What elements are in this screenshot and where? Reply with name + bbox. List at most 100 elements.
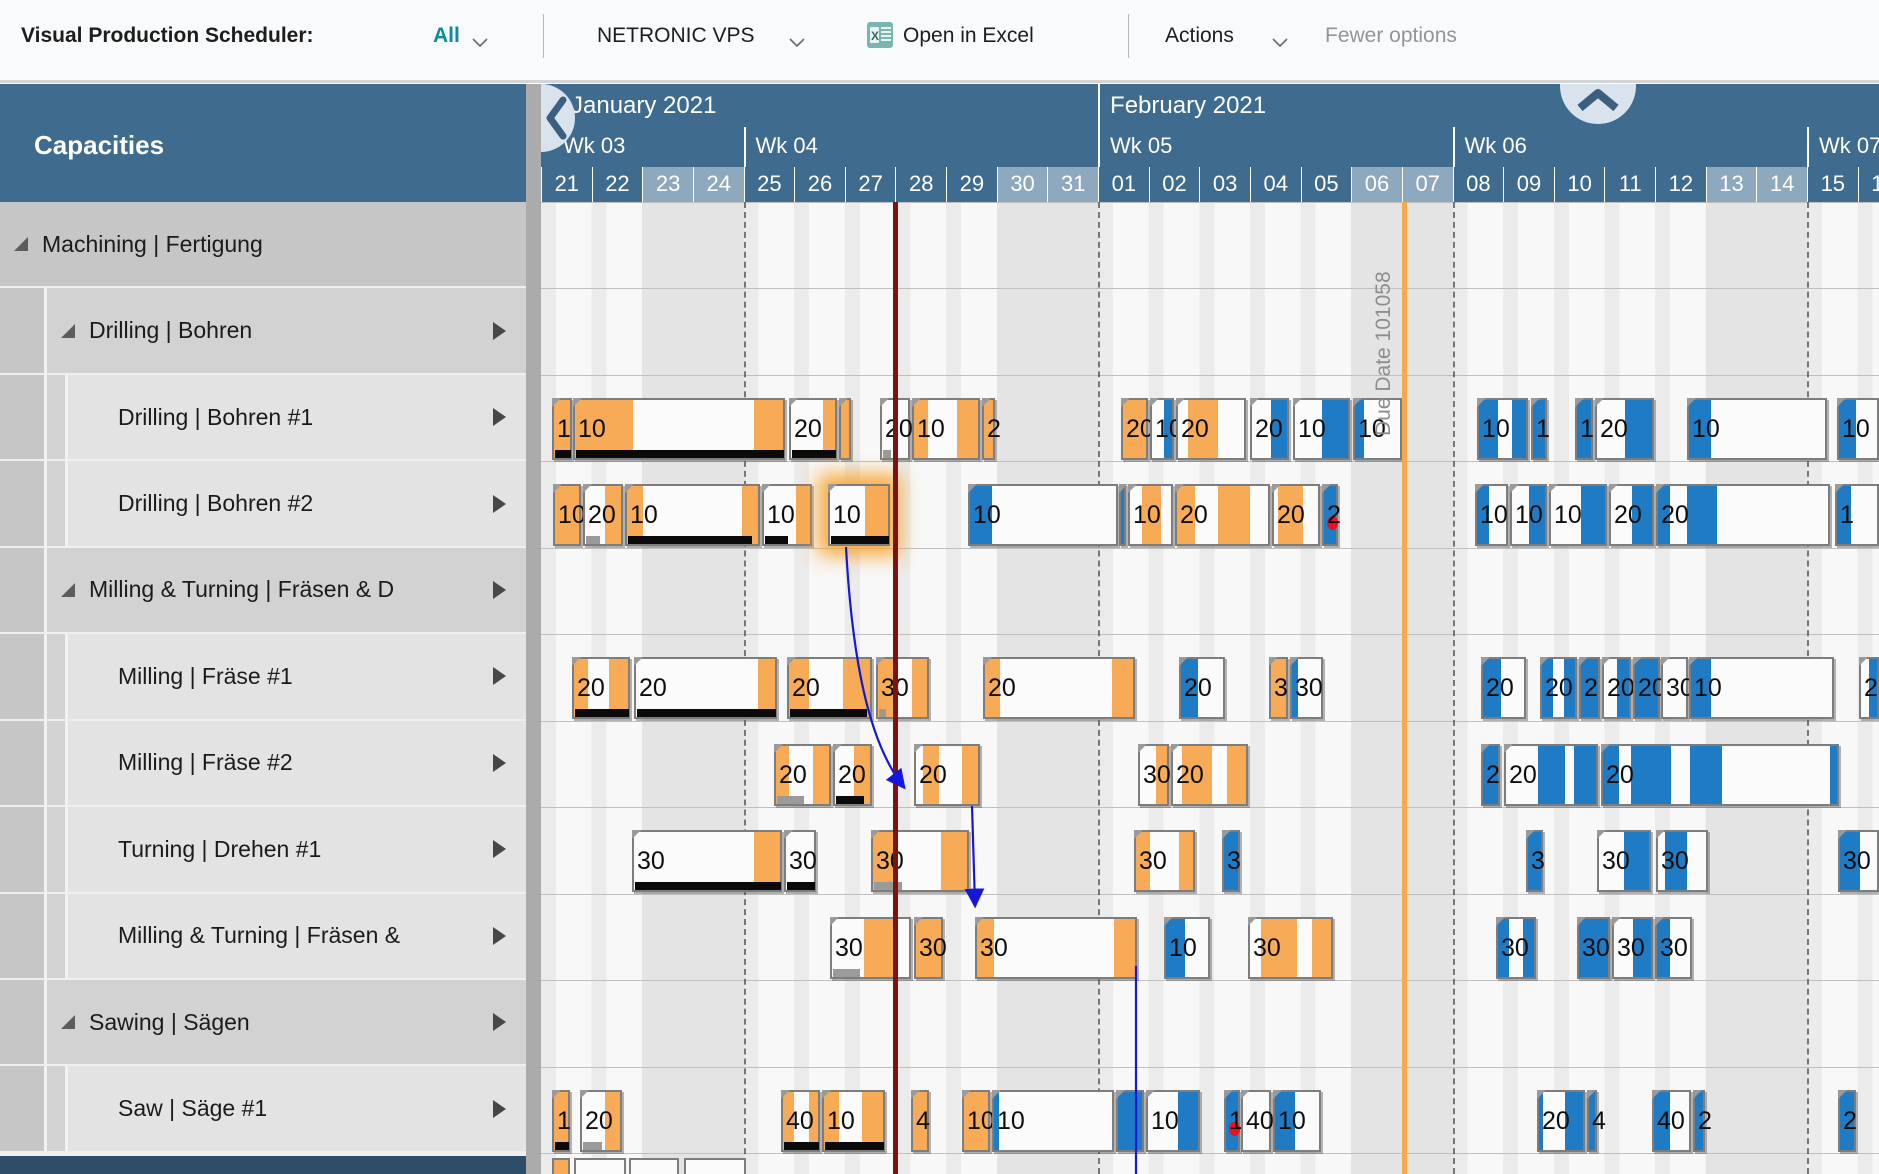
operation-bar[interactable]: 10 (762, 484, 812, 546)
operation-bar[interactable]: 1 (1224, 1090, 1240, 1152)
operation-bar[interactable]: 20 (1121, 398, 1148, 460)
sidebar-resource-3[interactable]: Drilling | Bohren #2 (0, 461, 526, 545)
operation-bar[interactable]: 30 (876, 657, 929, 719)
operation-bar[interactable]: 30 (1597, 830, 1651, 892)
operation-bar[interactable]: 20 (983, 657, 1135, 719)
operation-bar[interactable] (1116, 1090, 1144, 1152)
operation-bar[interactable]: 30 (1655, 917, 1692, 979)
operation-bar[interactable]: 10 (992, 1090, 1114, 1152)
excel-icon[interactable]: X (866, 21, 894, 55)
gantt-chart-area[interactable]: 1102020102201020201010101120101010201010… (541, 202, 1879, 1174)
operation-bar[interactable]: 30 (1656, 830, 1708, 892)
sidebar-group-9[interactable]: Sawing | Sägen (0, 980, 526, 1064)
operation-bar[interactable]: 30 (1134, 830, 1195, 892)
operation-bar[interactable]: 1 (1531, 398, 1547, 460)
operation-bar[interactable]: 10 (1689, 657, 1834, 719)
operation-bar[interactable]: 30 (784, 830, 816, 892)
operation-bar[interactable]: 10 (1146, 1090, 1200, 1152)
operation-bar[interactable]: 20 (787, 657, 872, 719)
operation-bar[interactable]: 20 (1176, 398, 1246, 460)
operation-bar[interactable]: 20 (1601, 744, 1839, 806)
clipped-operation-bar[interactable] (574, 1158, 626, 1174)
operation-bar[interactable]: 10 (1273, 1090, 1321, 1152)
operation-bar[interactable]: 20 (774, 744, 831, 806)
operation-bar[interactable]: 30 (1661, 657, 1688, 719)
operation-bar[interactable]: 30 (1838, 830, 1879, 892)
sidebar-group-0[interactable]: Machining | Fertigung (0, 202, 526, 286)
sidebar-group-4[interactable]: Milling & Turning | Fräsen & D (0, 548, 526, 632)
operation-bar[interactable]: 20 (833, 744, 872, 806)
sidebar-resource-2[interactable]: Drilling | Bohren #1 (0, 375, 526, 459)
operation-bar[interactable]: 2 (982, 398, 995, 460)
row-detail-arrow-icon[interactable] (493, 1100, 506, 1118)
operation-bar[interactable]: 30 (1290, 657, 1323, 719)
sidebar-group-1[interactable]: Drilling | Bohren (0, 288, 526, 372)
row-detail-arrow-icon[interactable] (493, 322, 506, 340)
operation-bar[interactable]: 10 (968, 484, 1118, 546)
operation-bar[interactable]: 30 (632, 830, 782, 892)
operation-bar[interactable]: 10 (573, 398, 785, 460)
operation-bar[interactable]: 30 (914, 917, 943, 979)
operation-bar[interactable]: 40 (1241, 1090, 1271, 1152)
operation-bar[interactable]: 30 (1138, 744, 1169, 806)
operation-bar[interactable]: 30 (1248, 917, 1333, 979)
operation-bar[interactable]: 10 (912, 398, 980, 460)
operation-bar[interactable]: 20 (1602, 657, 1631, 719)
filter-dropdown[interactable]: All (433, 24, 460, 48)
operation-bar[interactable]: 20 (1171, 744, 1248, 806)
operation-bar[interactable]: 2 (1481, 744, 1500, 806)
operation-bar[interactable]: 30 (1577, 917, 1610, 979)
clipped-operation-bar[interactable] (629, 1158, 679, 1174)
sidebar-resource-7[interactable]: Turning | Drehen #1 (0, 807, 526, 891)
operation-bar[interactable]: 10 (1687, 398, 1827, 460)
operation-bar[interactable]: 10 (1837, 398, 1879, 460)
expand-collapse-icon[interactable] (61, 1015, 75, 1029)
operation-bar[interactable]: 20 (1504, 744, 1598, 806)
operation-bar[interactable]: 20 (583, 484, 623, 546)
operation-bar[interactable]: 20 (1250, 398, 1289, 460)
operation-bar[interactable]: 20 (1540, 657, 1577, 719)
operation-bar[interactable]: 3 (1269, 657, 1288, 719)
operation-bar[interactable]: 1 (1835, 484, 1879, 546)
operation-bar[interactable]: 20 (1175, 484, 1270, 546)
operation-bar[interactable]: 1 (552, 398, 572, 460)
operation-bar[interactable]: 30 (1612, 917, 1653, 979)
clipped-operation-bar[interactable] (552, 1158, 570, 1174)
operation-bar[interactable]: 10 (1510, 484, 1547, 546)
fewer-options-button[interactable]: Fewer options (1325, 24, 1457, 48)
operation-bar[interactable]: 20 (1595, 398, 1654, 460)
row-detail-arrow-icon[interactable] (493, 927, 506, 945)
operation-bar[interactable]: 10 (1128, 484, 1173, 546)
scroll-up-button[interactable] (1560, 84, 1636, 124)
operation-bar[interactable]: 2 (1838, 1090, 1856, 1152)
sidebar-resource-6[interactable]: Milling | Fräse #2 (0, 721, 526, 805)
expand-collapse-icon[interactable] (61, 583, 75, 597)
operation-bar[interactable]: 20 (789, 398, 837, 460)
operation-bar[interactable]: 20 (1633, 657, 1660, 719)
operation-bar[interactable]: 1 (1575, 398, 1593, 460)
clipped-operation-bar[interactable] (684, 1158, 746, 1174)
row-detail-arrow-icon[interactable] (493, 1013, 506, 1031)
operation-bar[interactable]: 4 (911, 1090, 929, 1152)
expand-collapse-icon[interactable] (61, 324, 75, 338)
operation-bar[interactable]: 20 (1272, 484, 1320, 546)
scroll-left-button[interactable] (541, 84, 575, 152)
operation-bar[interactable]: 30 (871, 830, 969, 892)
row-detail-arrow-icon[interactable] (493, 754, 506, 772)
report-dropdown[interactable]: NETRONIC VPS (597, 24, 755, 48)
operation-bar[interactable]: 20 (1537, 1090, 1585, 1152)
operation-bar[interactable]: 10 (1150, 398, 1174, 460)
operation-bar[interactable]: 10 (1475, 484, 1508, 546)
chevron-down-icon[interactable] (1272, 30, 1288, 54)
row-detail-arrow-icon[interactable] (493, 667, 506, 685)
operation-bar[interactable]: 40 (1652, 1090, 1691, 1152)
operation-bar[interactable]: 10 (1477, 398, 1528, 460)
operation-bar[interactable]: 20 (1179, 657, 1225, 719)
operation-bar[interactable]: 20 (1656, 484, 1830, 546)
actions-dropdown[interactable]: Actions (1165, 24, 1234, 48)
operation-bar[interactable]: 10 (822, 1090, 885, 1152)
chevron-down-icon[interactable] (472, 30, 488, 54)
row-detail-arrow-icon[interactable] (493, 408, 506, 426)
operation-bar[interactable]: 10 (962, 1090, 990, 1152)
operation-bar[interactable]: 10 (1549, 484, 1607, 546)
